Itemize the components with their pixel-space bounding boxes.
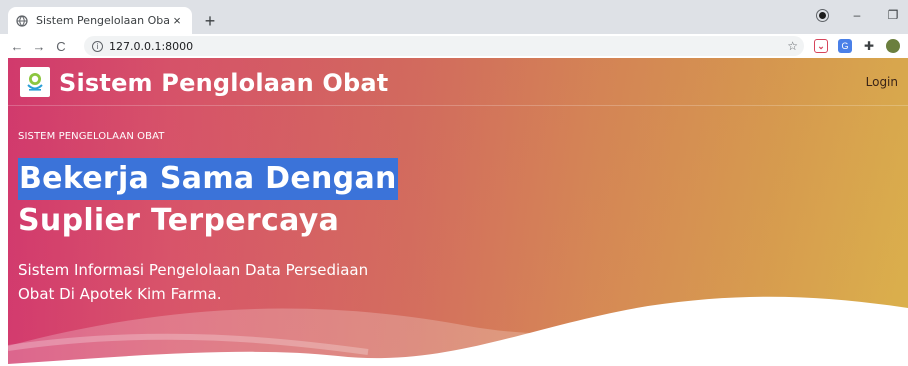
avatar-icon[interactable] xyxy=(886,39,900,53)
browser-toolbar: ← → C i 127.0.0.1:8000 ☆ ⌄ G ✚ xyxy=(0,34,908,58)
logo-graphic xyxy=(27,73,43,91)
restore-icon[interactable]: ❐ xyxy=(886,8,900,22)
hero-kicker: SISTEM PENGELOLAAN OBAT xyxy=(18,131,165,142)
close-icon[interactable]: × xyxy=(170,13,184,28)
extensions: ⌄ G ✚ xyxy=(814,39,900,53)
tab-title: Sistem Pengelolaan Obat xyxy=(36,14,170,27)
logo-icon[interactable] xyxy=(20,67,50,97)
login-link[interactable]: Login xyxy=(866,75,898,89)
url-text[interactable]: 127.0.0.1:8000 xyxy=(109,40,193,53)
hero-wave xyxy=(8,296,908,366)
hero-headline: Bekerja Sama Dengan Suplier Terpercaya xyxy=(18,158,398,242)
subtext-line-1: Sistem Informasi Pengelolaan Data Persed… xyxy=(18,261,369,279)
back-arrow-icon[interactable]: ← xyxy=(6,39,28,54)
profile-icon[interactable] xyxy=(817,9,828,21)
info-icon[interactable]: i xyxy=(92,40,103,52)
plus-icon[interactable]: + xyxy=(199,10,221,32)
address-bar[interactable]: i 127.0.0.1:8000 ☆ xyxy=(84,36,804,56)
translate-icon[interactable]: G xyxy=(838,39,852,53)
brand-title[interactable]: Sistem Penglolaan Obat xyxy=(59,69,388,97)
headline-line-1: Bekerja Sama Dengan xyxy=(18,158,398,200)
star-icon[interactable]: ☆ xyxy=(787,39,798,53)
browser-tab-strip: Sistem Pengelolaan Obat × + – ❐ xyxy=(0,0,908,34)
site-navbar: Sistem Penglolaan Obat Login xyxy=(8,58,908,106)
minimize-icon[interactable]: – xyxy=(850,8,864,22)
globe-icon xyxy=(16,14,28,27)
pocket-icon[interactable]: ⌄ xyxy=(814,39,828,53)
puzzle-icon[interactable]: ✚ xyxy=(862,39,876,53)
forward-arrow-icon[interactable]: → xyxy=(28,39,50,54)
browser-tab[interactable]: Sistem Pengelolaan Obat × xyxy=(8,7,192,34)
page-hero: Sistem Penglolaan Obat Login SISTEM PENG… xyxy=(8,58,908,366)
headline-line-2: Suplier Terpercaya xyxy=(18,203,340,238)
reload-icon[interactable]: C xyxy=(50,39,72,54)
window-controls: – ❐ xyxy=(817,8,900,22)
